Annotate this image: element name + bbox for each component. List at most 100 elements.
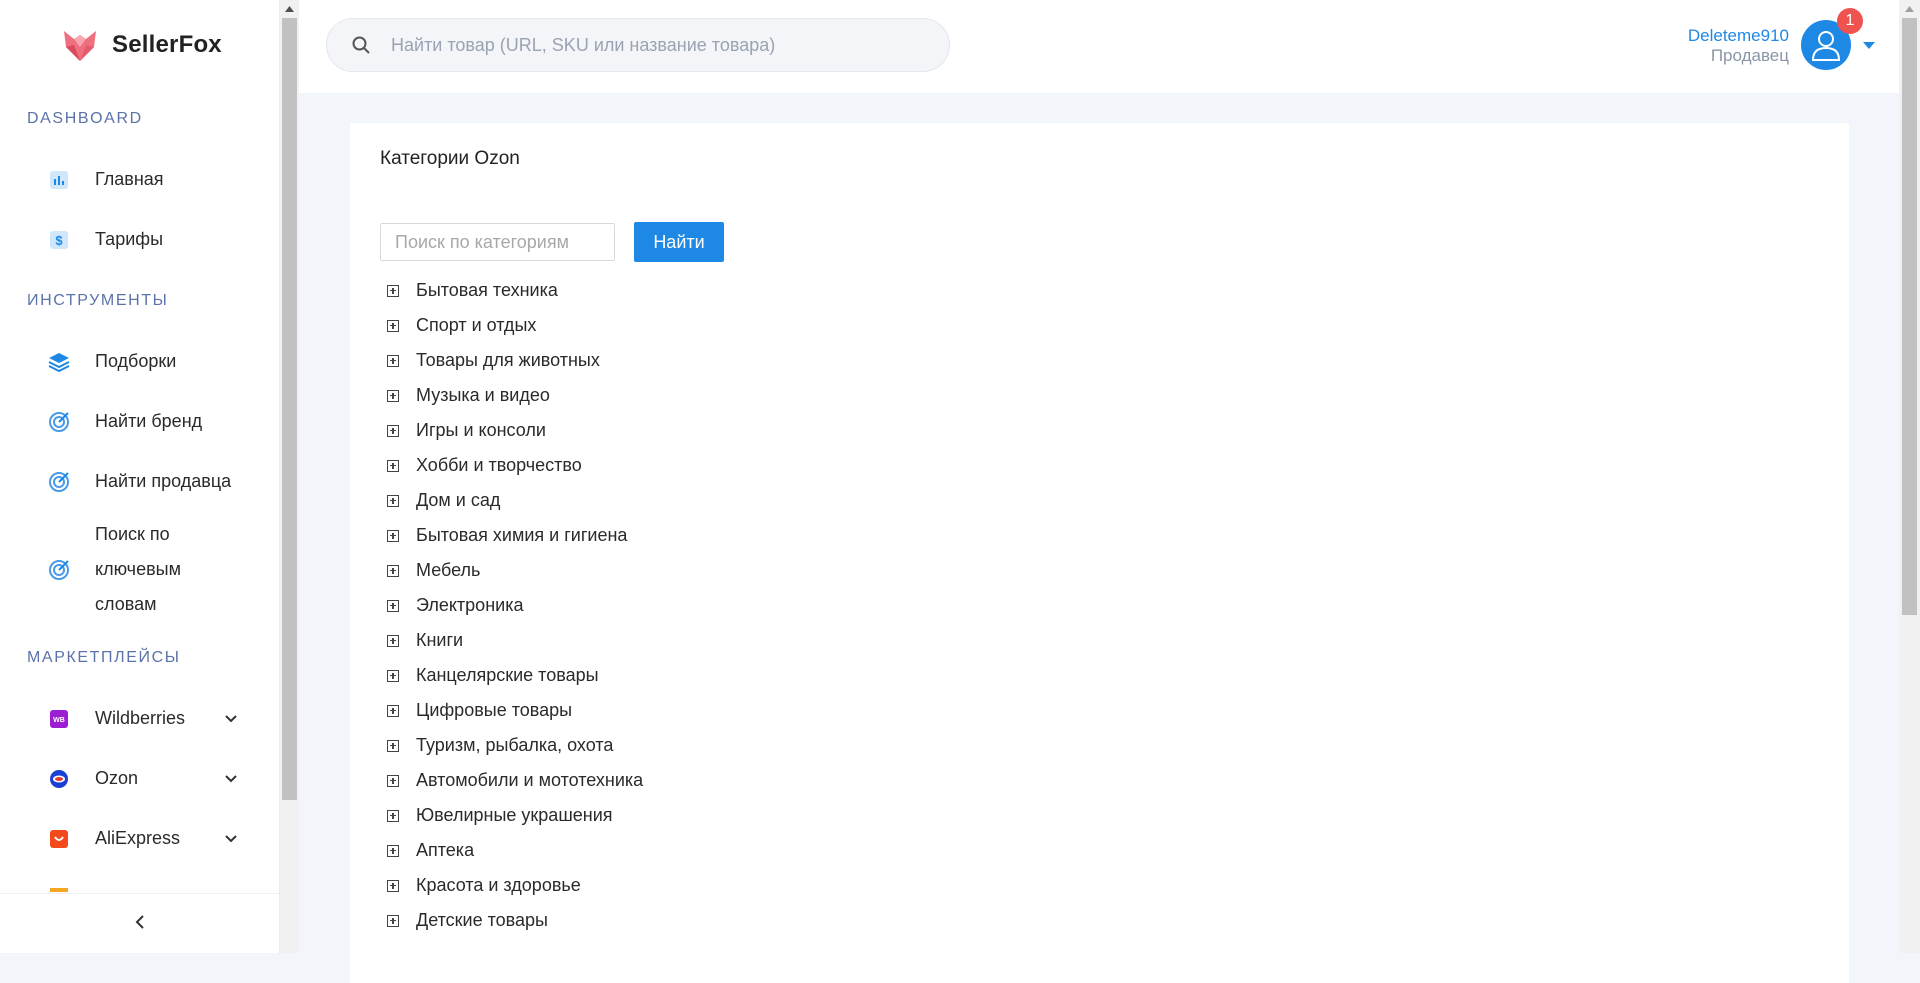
search-icon (352, 36, 370, 54)
category-tree-item[interactable]: Товары для животных (387, 343, 643, 378)
category-tree-item[interactable]: Детские товары (387, 903, 643, 938)
category-tree-item[interactable]: Мебель (387, 553, 643, 588)
sidebar-item-ozon[interactable]: Ozon (48, 761, 248, 796)
category-label: Музыка и видео (416, 385, 550, 405)
category-search-input[interactable] (380, 223, 615, 261)
sidebar-item-find-brand[interactable]: Найти бренд (48, 404, 248, 439)
brand-name: SellerFox (112, 31, 222, 58)
sidebar-item-label: Найти продавца (95, 471, 232, 491)
sidebar-item-keyword-search[interactable]: Поиск по ключевым словам (48, 517, 248, 622)
expand-plus-icon[interactable] (387, 284, 399, 297)
expand-plus-icon[interactable] (387, 809, 399, 822)
category-tree-item[interactable]: Аптека (387, 833, 643, 868)
sidebar-item-collections[interactable]: Подборки (48, 344, 248, 379)
sidebar-item-label: Ozon (95, 768, 139, 788)
category-label: Бытовая техника (416, 280, 558, 300)
category-tree-item[interactable]: Книги (387, 623, 643, 658)
svg-text:$: $ (55, 233, 63, 248)
page-scrollbar[interactable] (1899, 0, 1920, 953)
sidebar-item-aliexpress[interactable]: AliExpress (48, 821, 248, 856)
category-tree-item[interactable]: Автомобили и мототехника (387, 763, 643, 798)
user-name: Deleteme910 (1687, 26, 1789, 45)
top-header: Deleteme910 Продавец 1 (299, 0, 1899, 93)
product-search-input[interactable] (389, 33, 933, 57)
category-tree-item[interactable]: Хобби и творчество (387, 448, 643, 483)
sidebar-item-tariffs[interactable]: $ Тарифы (48, 222, 248, 257)
user-role: Продавец (1710, 46, 1789, 65)
chevron-down-icon[interactable] (224, 712, 238, 726)
sidebar-scrollbar[interactable] (280, 0, 299, 953)
expand-plus-icon[interactable] (387, 704, 399, 717)
expand-plus-icon[interactable] (387, 669, 399, 682)
category-tree-item[interactable]: Ювелирные украшения (387, 798, 643, 833)
notification-badge[interactable]: 1 (1837, 8, 1863, 34)
sidebar-item-wildberries[interactable]: WB Wildberries (48, 701, 248, 736)
aliexpress-icon (48, 828, 70, 850)
find-button[interactable]: Найти (634, 222, 724, 262)
sidebar-item-label: Тарифы (95, 229, 164, 249)
expand-plus-icon[interactable] (387, 424, 399, 437)
sidebar-item-label: Главная (95, 169, 164, 189)
expand-plus-icon[interactable] (387, 529, 399, 542)
expand-plus-icon[interactable] (387, 459, 399, 472)
scrollbar-thumb[interactable] (1902, 18, 1917, 615)
category-tree-item[interactable]: Цифровые товары (387, 693, 643, 728)
category-label: Хобби и творчество (416, 455, 582, 475)
sidebar: SellerFox DASHBOARD Главная $ Тарифы ИНС… (0, 0, 280, 953)
svg-text:WB: WB (53, 717, 65, 724)
target-icon (48, 471, 70, 493)
expand-plus-icon[interactable] (387, 354, 399, 367)
sidebar-item-home[interactable]: Главная (48, 162, 248, 197)
expand-plus-icon[interactable] (387, 774, 399, 787)
sidebar-collapse-button[interactable] (0, 893, 279, 950)
expand-plus-icon[interactable] (387, 599, 399, 612)
category-tree-item[interactable]: Туризм, рыбалка, охота (387, 728, 643, 763)
category-label: Книги (416, 630, 464, 650)
expand-plus-icon[interactable] (387, 564, 399, 577)
category-tree-item[interactable]: Бытовая техника (387, 273, 643, 308)
category-label: Электроника (416, 595, 524, 615)
category-label: Товары для животных (416, 350, 600, 370)
dollar-icon: $ (48, 229, 70, 251)
caret-down-icon[interactable] (1863, 40, 1875, 50)
partial-marketplace-icon (50, 888, 68, 892)
ozon-icon (48, 768, 70, 790)
expand-plus-icon[interactable] (387, 634, 399, 647)
expand-plus-icon[interactable] (387, 494, 399, 507)
target-icon (48, 559, 70, 581)
expand-plus-icon[interactable] (387, 844, 399, 857)
category-label: Аптека (416, 840, 475, 860)
label-line: ключевым (95, 559, 181, 579)
category-tree-item[interactable]: Спорт и отдых (387, 308, 643, 343)
category-label: Бытовая химия и гигиена (416, 525, 628, 545)
category-tree-item[interactable]: Музыка и видео (387, 378, 643, 413)
category-label: Канцелярские товары (416, 665, 599, 685)
chevron-down-icon[interactable] (224, 832, 238, 846)
category-tree-item[interactable]: Дом и сад (387, 483, 643, 518)
page-title: Категории Ozon (380, 148, 520, 169)
category-label: Туризм, рыбалка, охота (416, 735, 614, 755)
category-tree-item[interactable]: Красота и здоровье (387, 868, 643, 903)
chevron-down-icon[interactable] (224, 772, 238, 786)
category-label: Дом и сад (416, 490, 501, 510)
chevron-left-icon (135, 915, 144, 929)
expand-plus-icon[interactable] (387, 879, 399, 892)
user-menu[interactable]: Deleteme910 Продавец 1 (1659, 8, 1899, 74)
category-label: Красота и здоровье (416, 875, 581, 895)
category-tree: Бытовая техника Спорт и отдых Товары для ж… (387, 273, 643, 938)
scroll-up-arrow-icon[interactable] (280, 0, 299, 17)
scrollbar-thumb[interactable] (282, 18, 297, 800)
product-search[interactable] (326, 18, 950, 72)
expand-plus-icon[interactable] (387, 319, 399, 332)
categories-card: Категории Ozon Найти Бытовая техника Спор… (350, 123, 1849, 983)
expand-plus-icon[interactable] (387, 914, 399, 927)
expand-plus-icon[interactable] (387, 389, 399, 402)
sidebar-item-find-seller[interactable]: Найти продавца (48, 464, 248, 499)
category-tree-item[interactable]: Игры и консоли (387, 413, 643, 448)
scroll-up-arrow-icon[interactable] (1899, 0, 1920, 17)
category-tree-item[interactable]: Электроника (387, 588, 643, 623)
category-tree-item[interactable]: Канцелярские товары (387, 658, 643, 693)
expand-plus-icon[interactable] (387, 739, 399, 752)
brand-logo[interactable]: SellerFox (60, 22, 222, 68)
category-tree-item[interactable]: Бытовая химия и гигиена (387, 518, 643, 553)
